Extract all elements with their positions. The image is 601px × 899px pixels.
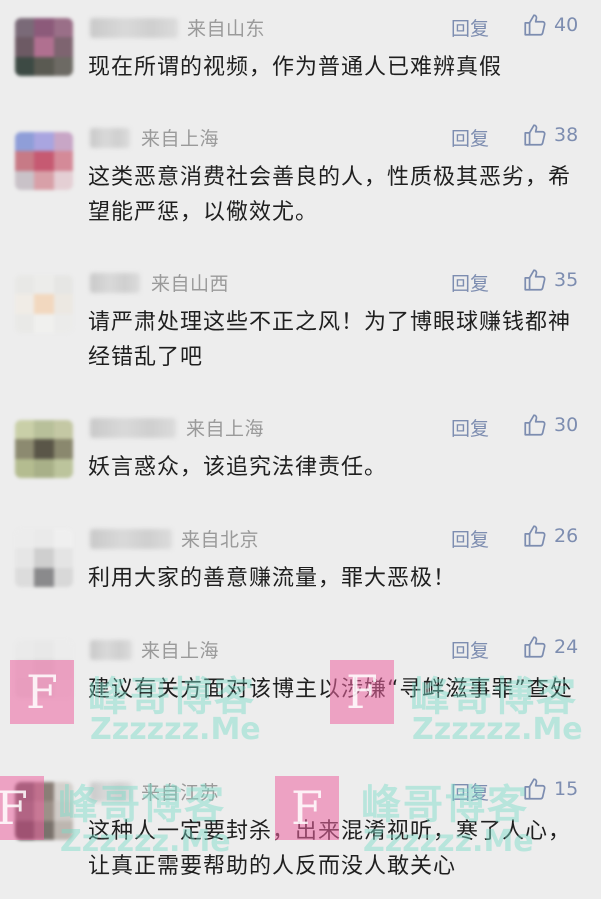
reply-button[interactable]: 回复 — [451, 14, 489, 41]
username-blurred[interactable] — [90, 529, 172, 549]
username-blurred[interactable] — [90, 128, 130, 148]
watermark-url: Zzzzzz.Me — [412, 712, 583, 747]
like-count: 38 — [554, 124, 579, 146]
like-count: 30 — [554, 414, 579, 436]
like-count: 15 — [554, 778, 579, 800]
watermark-url: Zzzzzz.Me — [90, 712, 261, 747]
comment-text: 妖言惑众，该追究法律责任。 — [88, 455, 388, 480]
comment-text: 现在所谓的视频，作为普通人已难辨真假 — [88, 55, 503, 80]
avatar[interactable] — [15, 420, 73, 478]
comment-text: 这类恶意消费社会善良的人，性质极其恶劣，希望能严惩，以儆效尤。 — [88, 165, 572, 225]
like-button[interactable]: 26 — [522, 523, 578, 549]
reply-button[interactable]: 回复 — [451, 636, 489, 663]
thumbs-up-icon — [522, 412, 548, 438]
like-button[interactable]: 30 — [522, 412, 578, 438]
username-blurred[interactable] — [90, 782, 132, 802]
username-blurred[interactable] — [90, 18, 178, 38]
comment-text: 请严肃处理这些不正之风！为了博眼球赚钱都神经错乱了吧 — [88, 310, 572, 370]
like-count: 24 — [554, 636, 579, 658]
comment-text: 这种人一定要封杀，出来混淆视听，寒了人心，让真正需要帮助的人反而没人敢关心 — [88, 819, 572, 879]
comment-text: 利用大家的善意赚流量，罪大恶极！ — [88, 566, 457, 591]
avatar[interactable] — [15, 640, 73, 698]
avatar[interactable] — [15, 18, 73, 76]
location-label: 来自北京 — [181, 529, 260, 551]
comment-list: 来自山东 回复 40 现在所谓的视频，作为普通人已难辨真假 来自上海 回复 38… — [0, 0, 601, 899]
location-label: 来自上海 — [186, 418, 265, 440]
username-blurred[interactable] — [90, 418, 176, 438]
avatar[interactable] — [15, 275, 73, 333]
location-label: 来自上海 — [141, 640, 220, 662]
like-count: 40 — [554, 14, 579, 36]
thumbs-up-icon — [522, 122, 548, 148]
thumbs-up-icon — [522, 634, 548, 660]
avatar[interactable] — [15, 132, 73, 190]
avatar[interactable] — [15, 529, 73, 587]
like-button[interactable]: 35 — [522, 267, 578, 293]
reply-button[interactable]: 回复 — [451, 525, 489, 552]
reply-button[interactable]: 回复 — [451, 414, 489, 441]
thumbs-up-icon — [522, 523, 548, 549]
thumbs-up-icon — [522, 267, 548, 293]
username-blurred[interactable] — [90, 640, 132, 660]
comment-text: 建议有关方面对该博主以涉嫌“寻衅滋事罪”查处 — [88, 677, 573, 702]
reply-button[interactable]: 回复 — [451, 124, 489, 151]
username-blurred[interactable] — [90, 273, 140, 293]
avatar[interactable] — [15, 782, 73, 840]
like-button[interactable]: 15 — [522, 776, 578, 802]
like-button[interactable]: 40 — [522, 12, 578, 38]
thumbs-up-icon — [522, 12, 548, 38]
reply-button[interactable]: 回复 — [451, 778, 489, 805]
location-label: 来自江苏 — [141, 782, 220, 804]
reply-button[interactable]: 回复 — [451, 269, 489, 296]
like-button[interactable]: 38 — [522, 122, 578, 148]
location-label: 来自山西 — [151, 273, 230, 295]
location-label: 来自上海 — [141, 128, 220, 150]
like-count: 26 — [554, 525, 579, 547]
like-count: 35 — [554, 269, 579, 291]
like-button[interactable]: 24 — [522, 634, 578, 660]
location-label: 来自山东 — [187, 18, 266, 40]
thumbs-up-icon — [522, 776, 548, 802]
